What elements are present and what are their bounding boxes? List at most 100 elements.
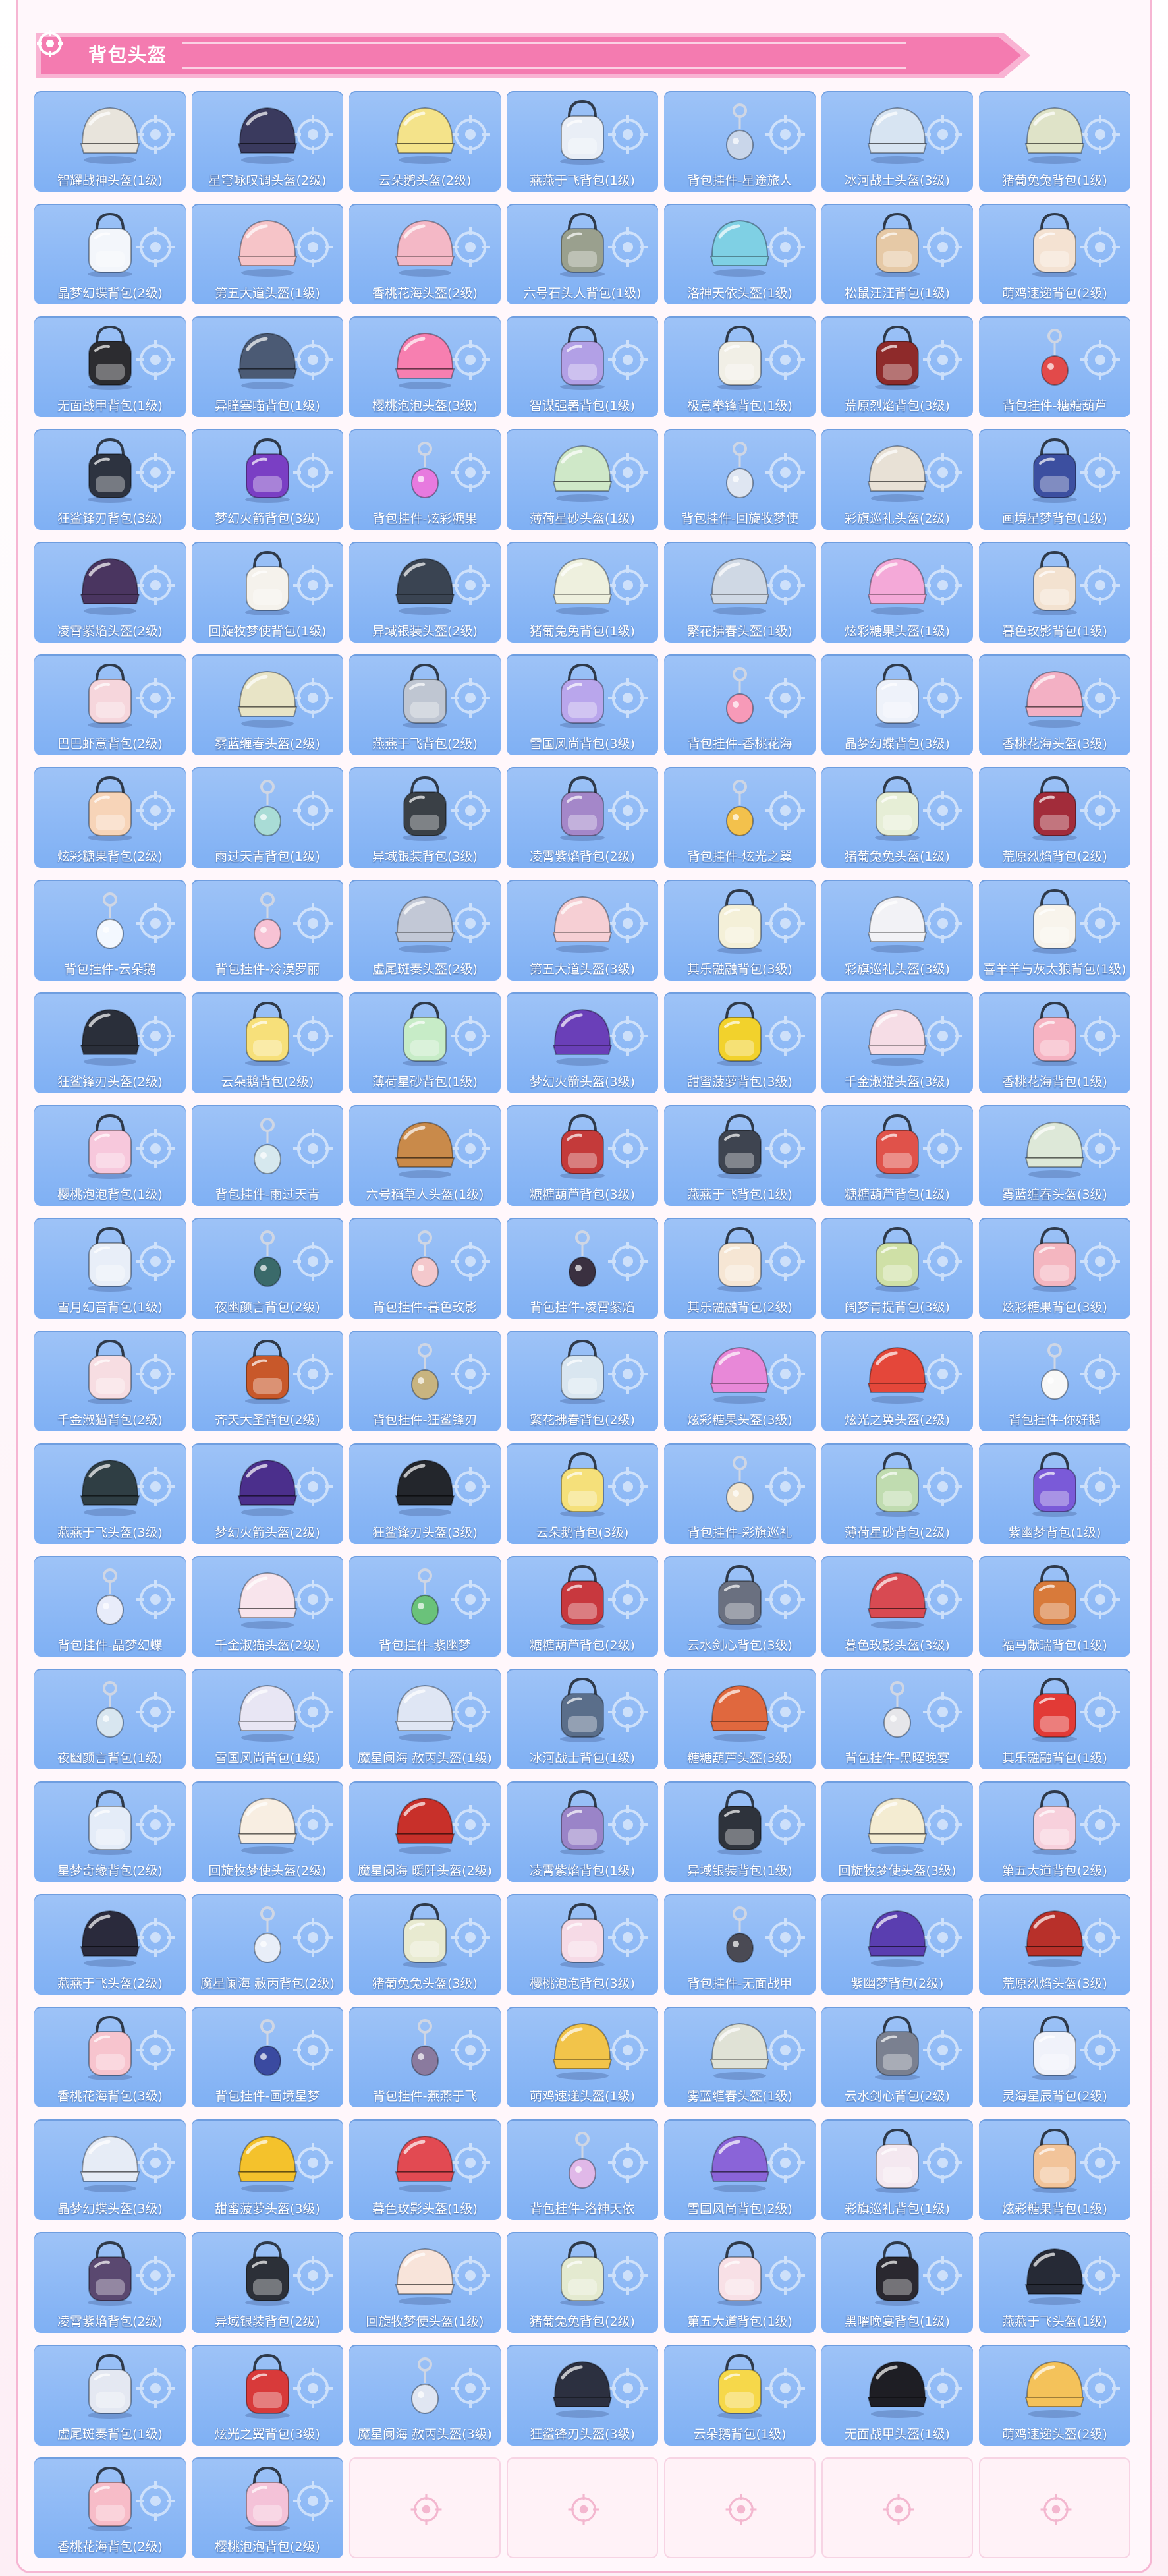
item-card[interactable]: 彩旗巡礼背包(1级) <box>821 2119 973 2220</box>
item-card[interactable]: 梦幻火箭头盔(3级) <box>507 992 658 1093</box>
item-card[interactable]: 第五大道头盔(1级) <box>192 204 343 304</box>
item-card[interactable]: 燕燕于飞背包(1级) <box>664 1105 816 1206</box>
item-card[interactable]: 云水剑心背包(2级) <box>821 2007 973 2107</box>
item-card[interactable]: 紫幽梦背包(2级) <box>821 1894 973 1995</box>
item-card[interactable]: 炫彩糖果背包(2级) <box>34 767 186 868</box>
item-card[interactable]: 洛神天依头盔(1级) <box>664 204 816 304</box>
item-card[interactable]: 樱桃泡泡头盔(3级) <box>349 316 501 417</box>
item-card[interactable]: 异瞳塞喵背包(1级) <box>192 316 343 417</box>
item-card[interactable]: 甜蜜菠萝头盔(3级) <box>192 2119 343 2220</box>
item-card[interactable]: 燕燕于飞背包(1级) <box>507 91 658 192</box>
item-card[interactable]: 背包挂件-洛神天依 <box>507 2119 658 2220</box>
item-card[interactable]: 凌霄紫焰头盔(2级) <box>34 542 186 643</box>
item-card[interactable]: 炫彩糖果背包(3级) <box>979 1218 1130 1319</box>
item-card[interactable]: 异域银装背包(3级) <box>349 767 501 868</box>
item-card[interactable]: 背包挂件-晶梦幻蝶 <box>34 1556 186 1657</box>
item-card[interactable]: 凌霄紫焰背包(2级) <box>507 767 658 868</box>
item-card[interactable]: 糖糖葫芦背包(2级) <box>507 1556 658 1657</box>
item-card[interactable]: 萌鸡速递背包(2级) <box>979 204 1130 304</box>
item-card[interactable]: 薄荷星砂背包(2级) <box>821 1443 973 1544</box>
item-card[interactable]: 燕燕于飞背包(2级) <box>349 654 501 755</box>
item-card[interactable]: 繁花拂春头盔(1级) <box>664 542 816 643</box>
item-card[interactable]: 背包挂件-炫彩糖果 <box>349 429 501 530</box>
item-card[interactable]: 异域银装头盔(2级) <box>349 542 501 643</box>
item-card[interactable]: 梦幻火箭背包(3级) <box>192 429 343 530</box>
item-card[interactable]: 虚尾斑奏背包(1级) <box>34 2345 186 2446</box>
item-card[interactable]: 暮色玫影头盔(3级) <box>821 1556 973 1657</box>
item-card[interactable]: 背包挂件-凌霄紫焰 <box>507 1218 658 1319</box>
item-card[interactable]: 千金淑猫头盔(2级) <box>192 1556 343 1657</box>
item-card[interactable]: 智耀战神头盔(1级) <box>34 91 186 192</box>
item-card[interactable]: 喜羊羊与灰太狼背包(1级) <box>979 880 1130 981</box>
item-card[interactable]: 荒原烈焰头盔(3级) <box>979 1894 1130 1995</box>
item-card[interactable]: 萌鸡速递头盔(1级) <box>507 2007 658 2107</box>
item-card[interactable]: 狂鲨锋刃头盔(3级) <box>507 2345 658 2446</box>
item-card[interactable]: 背包挂件-彩旗巡礼 <box>664 1443 816 1544</box>
item-card[interactable]: 香桃花海头盔(2级) <box>349 204 501 304</box>
item-card[interactable]: 暮色玫影背包(1级) <box>979 542 1130 643</box>
item-card[interactable]: 雨过天青背包(1级) <box>192 767 343 868</box>
item-card[interactable]: 背包挂件-炫光之翼 <box>664 767 816 868</box>
item-card[interactable]: 夜幽颜言背包(2级) <box>192 1218 343 1319</box>
item-card[interactable]: 炫光之翼背包(3级) <box>192 2345 343 2446</box>
item-card[interactable]: 甜蜜菠萝背包(3级) <box>664 992 816 1093</box>
item-card[interactable]: 梦幻火箭头盔(2级) <box>192 1443 343 1544</box>
item-card[interactable]: 背包挂件-星途旅人 <box>664 91 816 192</box>
item-card[interactable]: 猪葡兔兔背包(2级) <box>507 2232 658 2333</box>
item-card[interactable]: 第五大道背包(1级) <box>664 2232 816 2333</box>
item-card[interactable]: 荒原烈焰背包(2级) <box>979 767 1130 868</box>
item-card[interactable]: 黑曜晚宴背包(1级) <box>821 2232 973 2333</box>
item-card[interactable]: 背包挂件-暮色玫影 <box>349 1218 501 1319</box>
item-card[interactable]: 猪葡兔兔背包(1级) <box>507 542 658 643</box>
item-card[interactable]: 薄荷星砂背包(1级) <box>349 992 501 1093</box>
item-card[interactable]: 虚尾斑奏头盔(2级) <box>349 880 501 981</box>
item-card[interactable]: 千金淑猫头盔(3级) <box>821 992 973 1093</box>
item-card[interactable]: 第五大道背包(2级) <box>979 1781 1130 1882</box>
item-card[interactable]: 六号稻草人头盔(1级) <box>349 1105 501 1206</box>
item-card[interactable]: 炫彩糖果头盔(3级) <box>664 1331 816 1431</box>
item-card[interactable]: 暮色玫影头盔(1级) <box>349 2119 501 2220</box>
item-card[interactable]: 雪国风尚背包(1级) <box>192 1669 343 1769</box>
item-card[interactable]: 彩旗巡礼头盔(2级) <box>821 429 973 530</box>
item-card[interactable]: 猪葡兔兔背包(1级) <box>979 91 1130 192</box>
item-card[interactable]: 回旋牧梦使头盔(3级) <box>821 1781 973 1882</box>
item-card[interactable]: 千金淑猫背包(2级) <box>34 1331 186 1431</box>
item-card[interactable]: 背包挂件-回旋牧梦使 <box>664 429 816 530</box>
item-card[interactable]: 雪国风尚背包(3级) <box>507 654 658 755</box>
item-card[interactable]: 薄荷星砂头盔(1级) <box>507 429 658 530</box>
item-card[interactable]: 燕燕于飞头盔(2级) <box>34 1894 186 1995</box>
item-card[interactable]: 背包挂件-云朵鹅 <box>34 880 186 981</box>
item-card[interactable]: 巴巴虾意背包(2级) <box>34 654 186 755</box>
item-card[interactable]: 背包挂件-燕燕于飞 <box>349 2007 501 2107</box>
item-card[interactable]: 魔星阑海 赦丙背包(2级) <box>192 1894 343 1995</box>
item-card[interactable]: 极意拳锋背包(1级) <box>664 316 816 417</box>
item-card[interactable]: 狂鲨锋刃背包(3级) <box>34 429 186 530</box>
item-card[interactable]: 背包挂件-糖糖葫芦 <box>979 316 1130 417</box>
item-card[interactable]: 雪国风尚背包(2级) <box>664 2119 816 2220</box>
item-card[interactable]: 星梦奇缘背包(2级) <box>34 1781 186 1882</box>
item-card[interactable]: 六号石头人背包(1级) <box>507 204 658 304</box>
item-card[interactable]: 糖糖葫芦头盔(3级) <box>664 1669 816 1769</box>
item-card[interactable]: 凌霄紫焰背包(1级) <box>507 1781 658 1882</box>
item-card[interactable]: 云朵鹅背包(2级) <box>192 992 343 1093</box>
item-card[interactable]: 猪葡兔兔头盔(1级) <box>821 767 973 868</box>
item-card[interactable]: 齐天大圣背包(2级) <box>192 1331 343 1431</box>
item-card[interactable]: 其乐融融背包(1级) <box>979 1669 1130 1769</box>
item-card[interactable]: 背包挂件-紫幽梦 <box>349 1556 501 1657</box>
item-card[interactable]: 炫彩糖果头盔(1级) <box>821 542 973 643</box>
item-card[interactable]: 星穹咏叹调头盔(2级) <box>192 91 343 192</box>
item-card[interactable]: 阔梦青提背包(3级) <box>821 1218 973 1319</box>
item-card[interactable]: 背包挂件-香桃花海 <box>664 654 816 755</box>
item-card[interactable]: 回旋牧梦使头盔(2级) <box>192 1781 343 1882</box>
item-card[interactable]: 回旋牧梦使背包(1级) <box>192 542 343 643</box>
item-card[interactable]: 狂鲨锋刃头盔(3级) <box>349 1443 501 1544</box>
item-card[interactable]: 背包挂件-无面战甲 <box>664 1894 816 1995</box>
item-card[interactable]: 松鼠汪汪背包(1级) <box>821 204 973 304</box>
item-card[interactable]: 无面战甲头盔(1级) <box>821 2345 973 2446</box>
item-card[interactable]: 繁花拂春背包(2级) <box>507 1331 658 1431</box>
item-card[interactable]: 樱桃泡泡背包(1级) <box>34 1105 186 1206</box>
item-card[interactable]: 燕燕于飞头盔(1级) <box>979 2232 1130 2333</box>
item-card[interactable]: 糖糖葫芦背包(3级) <box>507 1105 658 1206</box>
item-card[interactable]: 其乐融融背包(3级) <box>664 880 816 981</box>
item-card[interactable]: 炫光之翼头盔(2级) <box>821 1331 973 1431</box>
